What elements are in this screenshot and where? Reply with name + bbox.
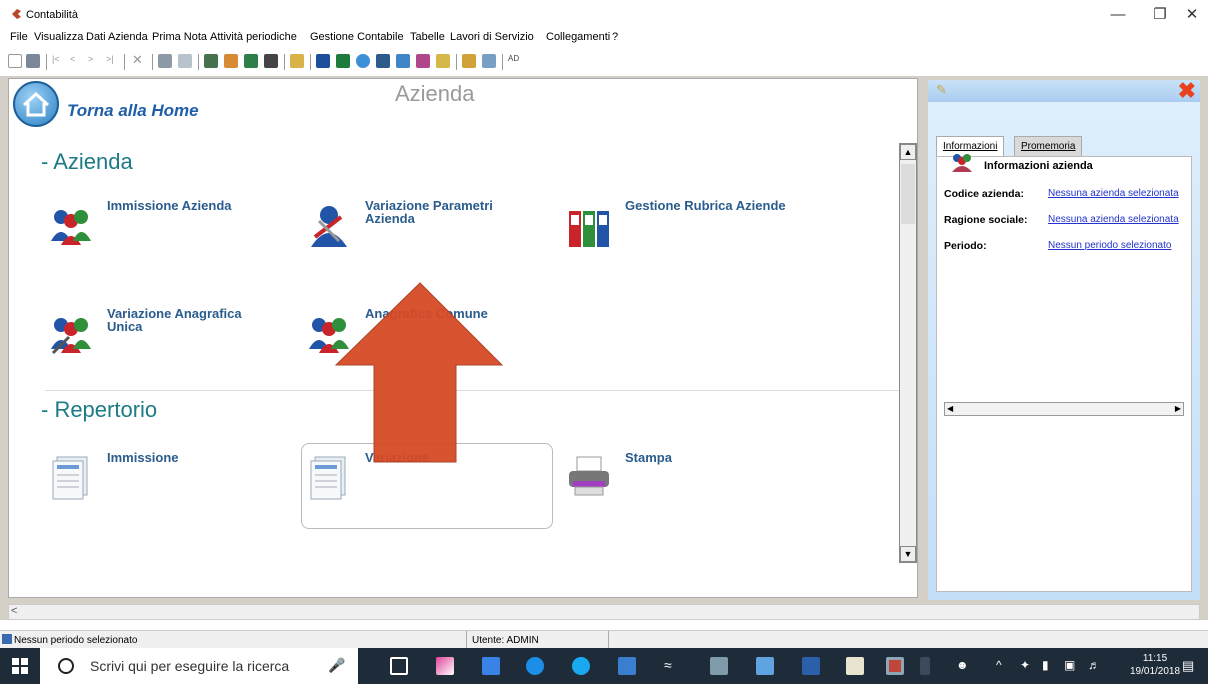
annotation-arrow — [334, 282, 504, 463]
